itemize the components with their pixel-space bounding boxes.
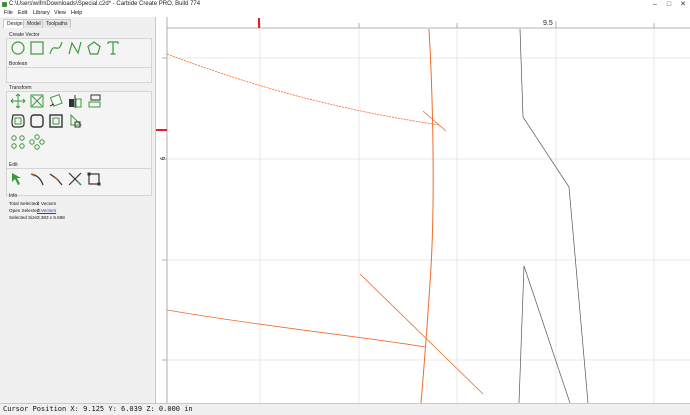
- text-icon[interactable]: [105, 40, 121, 56]
- align-icon[interactable]: [86, 93, 102, 109]
- window-title: C:\Users\wifn\Downloads\Special.c2d* - C…: [9, 1, 201, 7]
- selected-vector[interactable]: [166, 53, 440, 126]
- grid: [167, 28, 690, 403]
- total-selected-row: Total Selected: 4 Vectors: [9, 201, 56, 206]
- total-selected-label: Total Selected:: [9, 201, 40, 206]
- menu-library[interactable]: Library: [33, 9, 50, 17]
- left-panel: Design Model Toolpaths Create Vector Boo…: [0, 17, 156, 403]
- menu-bar: File Edit Library View Help: [0, 9, 690, 17]
- menu-view[interactable]: View: [54, 9, 66, 17]
- top-ruler: [156, 17, 690, 28]
- fillet-icon[interactable]: [29, 113, 45, 129]
- design-canvas[interactable]: 9.5 6: [156, 17, 690, 403]
- scale-icon[interactable]: [29, 93, 45, 109]
- selected-vector[interactable]: [422, 110, 447, 132]
- app-icon: [2, 2, 7, 7]
- trim-icon[interactable]: [67, 171, 83, 187]
- menu-help[interactable]: Help: [71, 9, 82, 17]
- polygon-icon[interactable]: [86, 40, 102, 56]
- smooth-icon[interactable]: [29, 171, 45, 187]
- node-edit-icon[interactable]: [10, 171, 26, 187]
- ruler-label-x: 9.5: [543, 20, 553, 27]
- jitter-icon[interactable]: [67, 113, 83, 129]
- title-bar: C:\Users\wifn\Downloads\Special.c2d* - C…: [0, 0, 690, 9]
- join-icon[interactable]: [86, 171, 102, 187]
- corner-icon[interactable]: [48, 171, 64, 187]
- selected-size-label: Selected Size:: [9, 215, 39, 220]
- move-icon[interactable]: [10, 93, 26, 109]
- polyline-icon[interactable]: [67, 40, 83, 56]
- open-selected-label: Open Selected:: [9, 208, 41, 213]
- selected-size-row: Selected Size: 3.383 x 6.698: [9, 215, 65, 220]
- vector-path[interactable]: [518, 265, 571, 403]
- inset-icon[interactable]: [48, 113, 64, 129]
- rotate-icon[interactable]: [48, 93, 64, 109]
- menu-file[interactable]: File: [4, 9, 13, 17]
- close-icon[interactable]: ✕: [676, 0, 690, 9]
- maximize-icon[interactable]: □: [662, 0, 676, 9]
- minimize-icon[interactable]: –: [648, 0, 662, 9]
- status-bar: Cursor Position X: 9.125 Y: 6.039 Z: 0.0…: [0, 403, 690, 415]
- cursor-position: Cursor Position X: 9.125 Y: 6.039 Z: 0.0…: [3, 405, 193, 413]
- boolean-section: [6, 67, 152, 83]
- canvas-drawing: 9.5 6: [156, 17, 690, 403]
- left-ruler: [156, 17, 167, 403]
- ruler-marker-y: [156, 129, 167, 131]
- mirror-icon[interactable]: [67, 93, 83, 109]
- open-selected-row: Open Selected: 0 Vectors: [9, 208, 56, 213]
- tab-toolpaths[interactable]: Toolpaths: [42, 19, 72, 28]
- curve-icon[interactable]: [48, 40, 64, 56]
- info-label: Info: [9, 193, 18, 199]
- total-selected-value: 4 Vectors: [37, 201, 57, 206]
- ruler-marker-x: [258, 18, 260, 28]
- vector-path[interactable]: [519, 28, 589, 403]
- selected-vector[interactable]: [166, 309, 426, 348]
- circle-icon[interactable]: [10, 40, 26, 56]
- offset-icon[interactable]: [10, 113, 26, 129]
- circular-array-icon[interactable]: [29, 134, 45, 150]
- selected-size-value: 3.383 x 6.698: [37, 215, 65, 220]
- array-icon[interactable]: [10, 134, 26, 150]
- menu-edit[interactable]: Edit: [18, 9, 27, 17]
- selected-vector[interactable]: [359, 273, 484, 395]
- open-selected-link[interactable]: 0 Vectors: [37, 208, 56, 213]
- rectangle-icon[interactable]: [29, 40, 45, 56]
